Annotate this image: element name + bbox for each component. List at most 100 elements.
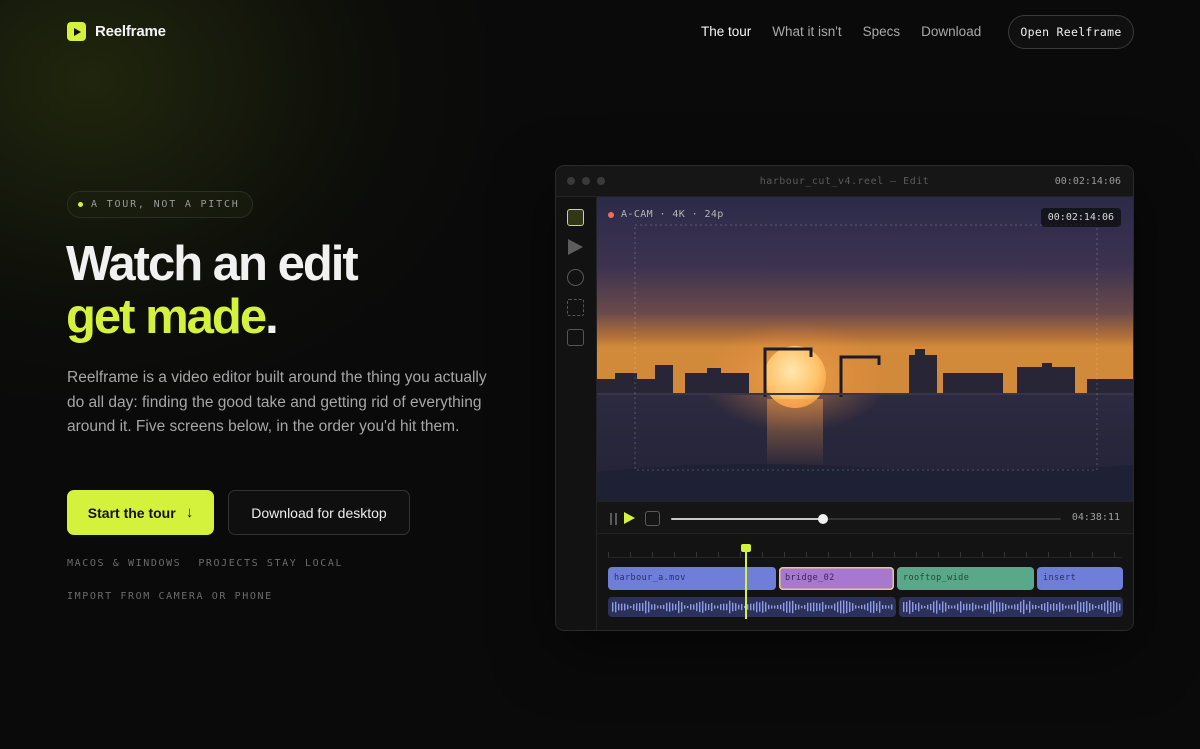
start-tour-button[interactable]: Start the tour ↓ [67, 490, 214, 535]
play-logo-icon [67, 22, 86, 41]
ruler-tick [1114, 552, 1115, 557]
timeline-panel[interactable]: harbour_a.mov bridge_02 rooftop_wide ins… [597, 534, 1133, 630]
waveform-bar [987, 603, 989, 611]
waveform-bar [819, 603, 821, 611]
waveform-bar [837, 601, 839, 613]
waveform-bar [771, 605, 773, 609]
audio-track-2[interactable] [899, 597, 1123, 617]
play-tool-icon[interactable] [568, 239, 583, 255]
nav-link-specs[interactable]: Specs [863, 24, 901, 39]
waveform-bar [1011, 605, 1013, 609]
waveform-bar [795, 603, 797, 611]
nav-link-tour[interactable]: The tour [701, 24, 751, 39]
marquee-tool-icon[interactable] [567, 299, 584, 316]
ruler-tick [696, 552, 697, 557]
waveform-bar [978, 605, 980, 609]
waveform-bar [831, 605, 833, 609]
waveform-bar [912, 601, 914, 613]
stop-icon[interactable] [645, 511, 660, 526]
waveform-bar [909, 600, 911, 614]
waveform-bar [1101, 604, 1103, 610]
ruler-tick [916, 552, 917, 557]
waveform-bar [747, 604, 749, 610]
waveform-bar [1107, 600, 1109, 614]
accent-dot-icon [78, 202, 83, 207]
transport-bar: 04:38:11 [597, 501, 1133, 534]
scrub-progress [671, 518, 824, 520]
play-icon[interactable] [624, 512, 635, 524]
camera-label: A-CAM · 4K · 24p [621, 209, 724, 220]
download-desktop-button[interactable]: Download for desktop [228, 490, 410, 535]
ruler-tick [1026, 552, 1027, 557]
waveform-bar [855, 605, 857, 609]
select-tool-icon[interactable] [567, 209, 584, 226]
sunset-frame-image [597, 197, 1133, 501]
waveform-bar [948, 605, 950, 609]
timeline-ruler[interactable] [608, 546, 1122, 558]
waveform-bar [876, 603, 878, 611]
waveform-bar [1083, 601, 1085, 613]
brand-name: Reelframe [95, 23, 166, 40]
waveform-bar [636, 603, 638, 611]
waveform-bar [1002, 602, 1004, 612]
ruler-tick [762, 552, 763, 557]
duration-readout: 04:38:11 [1071, 512, 1120, 523]
waveform-bar [690, 604, 692, 610]
waveform-bar [759, 602, 761, 612]
scrub-handle[interactable] [818, 514, 829, 524]
ruler-tick [806, 552, 807, 557]
ruler-tick [784, 552, 785, 557]
waveform-bar [729, 600, 731, 614]
waveform-bar [672, 603, 674, 611]
waveform-bar [735, 603, 737, 611]
waveform-bar [1014, 604, 1016, 610]
clip-insert[interactable]: insert [1037, 567, 1123, 590]
waveform-bar [1041, 603, 1043, 611]
waveform-bar [1116, 602, 1118, 612]
waveform-bar [615, 601, 617, 613]
waveform-bar [975, 604, 977, 610]
ruler-tick [1048, 552, 1049, 557]
clip-bridge[interactable]: bridge_02 [779, 567, 894, 590]
waveform-bar [1029, 601, 1031, 613]
waveform-bar [864, 604, 866, 610]
waveform-bar [666, 602, 668, 612]
waveform-bar [867, 603, 869, 611]
waveform-bar [858, 605, 860, 609]
waveform-bar [1005, 603, 1007, 611]
waveform-bar [726, 603, 728, 611]
waveform-bar [681, 602, 683, 612]
circle-tool-icon[interactable] [567, 269, 584, 286]
nav-link-download[interactable]: Download [921, 24, 981, 39]
waveform-bar [669, 602, 671, 612]
waveform-bar [804, 604, 806, 610]
open-app-button[interactable]: Open Reelframe [1008, 15, 1134, 49]
waveform-bar [945, 602, 947, 612]
waveform-bar [888, 605, 890, 609]
waveform-bar [1059, 602, 1061, 612]
scrub-track[interactable] [671, 514, 1061, 524]
waveform-bar [720, 604, 722, 610]
box-tool-icon[interactable] [567, 329, 584, 346]
audio-track-1[interactable] [608, 597, 896, 617]
pause-icon[interactable] [610, 513, 617, 525]
waveform-bar [645, 600, 647, 614]
clip-harbour[interactable]: harbour_a.mov [608, 567, 776, 590]
window-title: harbour_cut_v4.reel — Edit [759, 175, 930, 187]
waveform-bar [810, 602, 812, 612]
waveform-2 [903, 599, 1121, 615]
waveform-bar [765, 602, 767, 612]
clip-rooftop[interactable]: rooftop_wide [897, 567, 1034, 590]
waveform-bar [852, 603, 854, 611]
start-tour-label: Start the tour [87, 504, 176, 521]
brand-logo[interactable]: Reelframe [67, 22, 166, 41]
nav-link-what-it-isnt[interactable]: What it isn't [772, 24, 841, 39]
playhead-handle[interactable] [741, 544, 751, 552]
waveform-bar [1113, 600, 1115, 614]
video-viewer[interactable]: A-CAM · 4K · 24p 00:02:14:06 [597, 197, 1133, 501]
waveform-bar [717, 605, 719, 609]
waveform-bar [642, 603, 644, 611]
waveform-bar [834, 603, 836, 611]
playhead[interactable] [745, 547, 747, 619]
window-titlebar: harbour_cut_v4.reel — Edit 00:02:14:06 [556, 166, 1133, 197]
